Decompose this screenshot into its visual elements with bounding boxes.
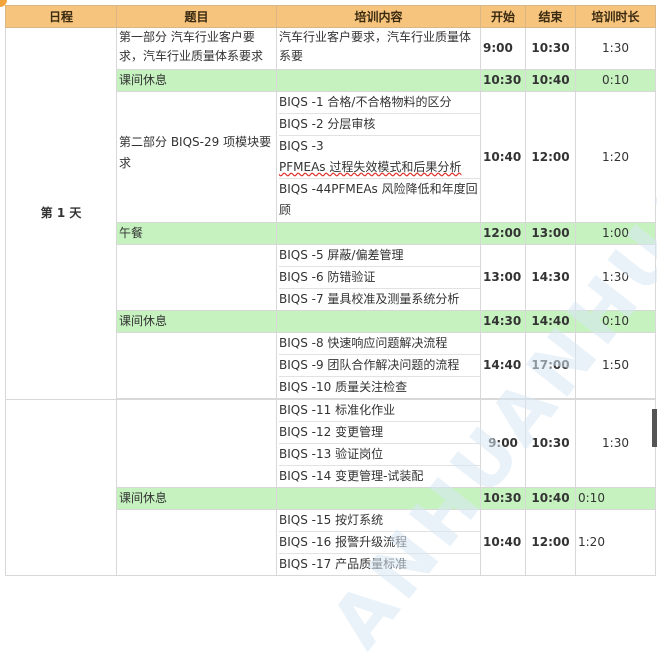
break-label: 课间休息 (116, 69, 277, 92)
topic-cell: 第二部分 BIQS-29 项模块要求 (116, 91, 277, 223)
start-time: 14:40 (480, 332, 526, 399)
list-item: BIQS -7 量具校准及测量系统分析 (279, 292, 460, 306)
duration: 1:20 (575, 509, 656, 576)
list-item: BIQS -12 变更管理 (279, 422, 480, 444)
training-schedule-table: 日程 题目 培训内容 开始 结束 培训时长 第 1 天 第一部分 汽车行业客户要… (5, 5, 656, 576)
topic-cell-empty (116, 399, 277, 488)
content-list: BIQS -11 标准化作业 BIQS -12 变更管理 BIQS -13 验证… (276, 399, 481, 488)
end-time: 13:00 (525, 222, 576, 245)
duration: 0:10 (575, 310, 656, 333)
content-list: BIQS -5 屏蔽/偏差管理 BIQS -6 防错验证 BIQS -7 量具校… (276, 244, 481, 311)
list-item: PFMEAs 过程失效模式和后果分析 (279, 157, 480, 179)
day-1-label: 第 1 天 (5, 27, 117, 400)
start-time: 9:00 (480, 399, 526, 488)
col-header-topic: 题目 (116, 5, 277, 28)
content-list: BIQS -8 快速响应问题解决流程 BIQS -9 团队合作解决问题的流程 B… (276, 332, 481, 399)
start-time: 12:00 (480, 222, 526, 245)
duration: 1:00 (575, 222, 656, 245)
end-time: 10:30 (525, 27, 576, 70)
spellcheck-word: PFMEAs 过程失效模式和后果分析 (279, 160, 462, 174)
end-time: 12:00 (525, 91, 576, 223)
list-item: BIQS -9 团队合作解决问题的流程 (279, 355, 480, 377)
content-list: BIQS -15 按灯系统 BIQS -16 报警升级流程 BIQS -17 产… (276, 509, 481, 576)
topic-cell-empty (116, 244, 277, 311)
list-item: BIQS -15 按灯系统 (279, 511, 480, 532)
col-header-schedule: 日程 (5, 5, 117, 28)
lunch-label: 午餐 (116, 222, 277, 245)
list-item: BIQS -13 验证岗位 (279, 444, 480, 466)
list-item: BIQS -14 变更管理-试装配 (279, 469, 424, 483)
list-item: BIQS -17 产品质量标准 (279, 557, 408, 571)
list-item: BIQS -16 报警升级流程 (279, 532, 480, 554)
end-time: 14:30 (525, 244, 576, 311)
duration: 0:10 (575, 69, 656, 92)
end-time: 10:40 (525, 69, 576, 92)
content-list: BIQS -1 合格/不合格物料的区分 BIQS -2 分层审核 BIQS -3… (276, 91, 481, 223)
table-row: 第 1 天 第一部分 汽车行业客户要求，汽车行业质量体系要求 汽车行业客户要求，… (5, 27, 656, 400)
topic-cell: 第一部分 汽车行业客户要求，汽车行业质量体系要求 (116, 27, 277, 70)
list-item: BIQS -5 屏蔽/偏差管理 (279, 246, 480, 267)
start-time: 9:00 (480, 27, 526, 70)
duration: 1:20 (575, 91, 656, 223)
duration: 1:30 (575, 27, 656, 70)
duration: 0:10 (575, 487, 656, 510)
duration: 1:30 (575, 244, 656, 311)
end-time: 12:00 (525, 509, 576, 576)
break-label: 课间休息 (116, 487, 277, 510)
start-time: 10:30 (480, 69, 526, 92)
content-cell: 汽车行业客户要求，汽车行业质量体系要 (276, 27, 481, 70)
col-header-end: 结束 (525, 5, 576, 28)
scrollbar-thumb[interactable] (652, 409, 657, 447)
list-item: BIQS -1 合格/不合格物料的区分 (279, 93, 480, 114)
list-item: BIQS -11 标准化作业 (279, 401, 480, 422)
break-content-empty (276, 310, 481, 333)
break-content-empty (276, 487, 481, 510)
start-time: 13:00 (480, 244, 526, 311)
table-row: BIQS -11 标准化作业 BIQS -12 变更管理 BIQS -13 验证… (5, 399, 656, 576)
break-content-empty (276, 69, 481, 92)
list-item: BIQS -2 分层审核 (279, 114, 480, 136)
start-time: 10:30 (480, 487, 526, 510)
topic-cell-empty (116, 509, 277, 576)
col-header-duration: 培训时长 (575, 5, 656, 28)
end-time: 10:30 (525, 399, 576, 488)
lunch-content-empty (276, 222, 481, 245)
break-label: 课间休息 (116, 310, 277, 333)
list-item: BIQS -8 快速响应问题解决流程 (279, 334, 480, 355)
end-time: 17:00 (525, 332, 576, 399)
duration: 1:30 (575, 399, 656, 488)
list-item: BIQS -3 (279, 139, 324, 153)
duration: 1:50 (575, 332, 656, 399)
list-item: BIQS -10 质量关注检查 (279, 380, 408, 394)
end-time: 14:40 (525, 310, 576, 333)
table-header-row: 日程 题目 培训内容 开始 结束 培训时长 (5, 5, 656, 28)
col-header-content: 培训内容 (276, 5, 481, 28)
end-time: 10:40 (525, 487, 576, 510)
col-header-start: 开始 (480, 5, 526, 28)
start-time: 10:40 (480, 91, 526, 223)
topic-cell-empty (116, 332, 277, 399)
list-item: BIQS -6 防错验证 (279, 267, 480, 289)
day-2-label-cell (5, 399, 117, 576)
start-time: 10:40 (480, 509, 526, 576)
start-time: 14:30 (480, 310, 526, 333)
list-item: BIQS -44PFMEAs 风险降低和年度回顾 (279, 182, 478, 217)
